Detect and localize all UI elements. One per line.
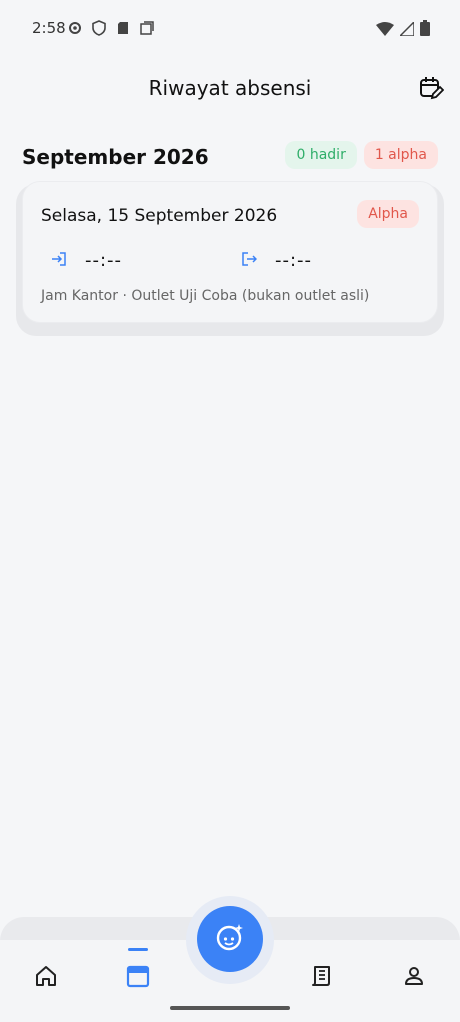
status-icons-left	[67, 20, 155, 36]
check-in: --:--	[51, 250, 122, 271]
month-title: September 2026	[22, 145, 209, 169]
app-header: Riwayat absensi	[0, 68, 460, 108]
shield-icon	[91, 20, 107, 36]
profile-icon	[402, 964, 426, 992]
login-icon	[51, 251, 67, 271]
home-gesture-bar[interactable]	[170, 1006, 290, 1010]
nav-calendar[interactable]	[118, 958, 158, 998]
status-badge: Alpha	[357, 200, 419, 228]
alpha-count-badge: 1 alpha	[363, 141, 438, 169]
settings-icon	[67, 20, 83, 36]
month-summary: September 2026 0 hadir 1 alpha	[22, 141, 438, 171]
face-scan-icon	[215, 922, 245, 956]
report-icon	[310, 964, 334, 992]
nav-profile[interactable]	[394, 958, 434, 998]
signal-icon	[398, 19, 415, 40]
screenshot-icon	[139, 20, 155, 36]
battery-icon	[420, 20, 430, 40]
sd-card-icon	[115, 20, 131, 36]
home-icon	[34, 964, 58, 992]
calendar-edit-icon[interactable]	[418, 75, 445, 101]
status-time: 2:58	[32, 19, 66, 37]
wifi-icon	[376, 21, 394, 40]
nav-report[interactable]	[302, 958, 342, 998]
hadir-count-badge: 0 hadir	[285, 141, 357, 169]
attendance-detail: Jam Kantor · Outlet Uji Coba (bukan outl…	[41, 288, 370, 304]
check-out: --:--	[241, 250, 312, 271]
attendance-date: Selasa, 15 September 2026	[41, 206, 278, 226]
page-title: Riwayat absensi	[148, 76, 312, 100]
active-tab-indicator	[128, 948, 148, 951]
status-icons-right	[376, 19, 430, 40]
check-out-time: --:--	[275, 250, 313, 271]
attendance-card[interactable]: Selasa, 15 September 2026 Alpha --:-- --…	[22, 181, 438, 323]
status-bar: 2:58	[0, 0, 460, 56]
face-scan-button[interactable]	[197, 906, 263, 972]
summary-badges: 0 hadir 1 alpha	[285, 141, 438, 169]
logout-icon	[241, 251, 258, 271]
nav-home[interactable]	[26, 958, 66, 998]
check-in-time: --:--	[85, 250, 123, 271]
calendar-icon	[125, 963, 151, 993]
screen: 2:58 Riwayat absensi September 2026 0 ha…	[0, 0, 460, 1022]
